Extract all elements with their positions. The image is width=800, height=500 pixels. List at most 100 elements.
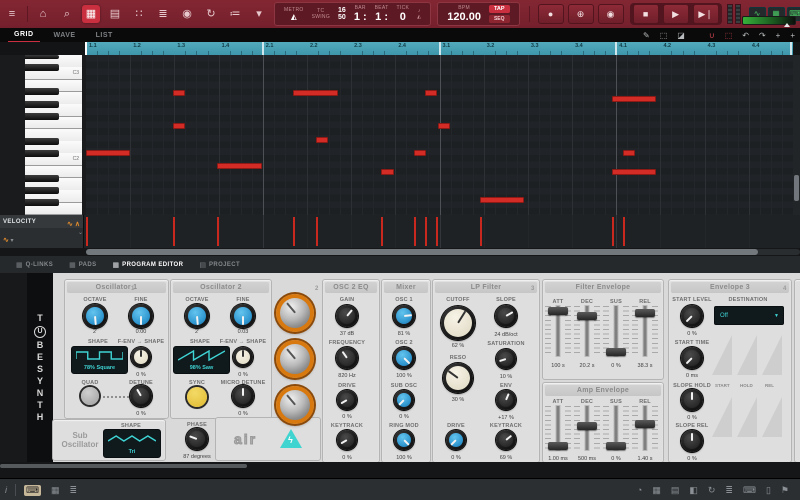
black-key[interactable] — [25, 199, 59, 206]
lane-filter-icon[interactable]: ▾ — [9, 238, 14, 244]
seq-tempo-button[interactable]: SEQ — [489, 15, 510, 23]
knob[interactable] — [185, 304, 209, 328]
marquee-tool-icon[interactable]: ⬚ — [660, 31, 668, 40]
punch-record-button[interactable]: ◉ — [598, 4, 624, 24]
audio-out-icon[interactable]: ◧ — [689, 485, 698, 496]
macro-knob[interactable] — [276, 294, 314, 332]
panel-tab-q-links[interactable]: ▦Q-LINKS — [16, 261, 53, 269]
knob[interactable] — [681, 305, 703, 327]
timeline-ruler[interactable]: 1.11.21.31.42.12.22.32.43.13.23.33.44.14… — [0, 42, 800, 55]
waveform-display[interactable]: 98% Saw — [173, 346, 230, 374]
track-list-icon[interactable]: ≔ — [226, 5, 244, 23]
slider-thumb-sus[interactable] — [606, 442, 626, 450]
magnet-snap-icon[interactable]: ∪ — [709, 31, 715, 40]
midi-note[interactable] — [414, 150, 426, 156]
play-start-button[interactable]: ▶❘ — [693, 4, 719, 24]
black-key[interactable] — [25, 88, 59, 95]
velocity-stem[interactable] — [425, 217, 427, 246]
black-key[interactable] — [25, 175, 59, 182]
pads-panel-icon[interactable]: ▦ — [51, 485, 60, 496]
midi-note[interactable] — [612, 96, 656, 102]
knob[interactable] — [130, 385, 152, 407]
velocity-stem[interactable] — [436, 217, 438, 246]
slider-thumb-sus[interactable] — [606, 348, 626, 356]
knob[interactable] — [393, 347, 415, 369]
knob[interactable] — [232, 385, 254, 407]
pencil-tool-icon[interactable]: ✎ — [643, 31, 650, 40]
black-key[interactable] — [25, 150, 59, 157]
macro-knob[interactable] — [276, 386, 314, 424]
velocity-stem[interactable] — [173, 217, 175, 246]
record-button[interactable]: ● — [538, 4, 564, 24]
velocity-stem[interactable] — [381, 217, 383, 246]
redo-icon[interactable]: ↷ — [759, 31, 766, 40]
black-key[interactable] — [25, 101, 59, 108]
volume-marker[interactable] — [784, 23, 790, 27]
midi-note[interactable] — [438, 123, 450, 129]
master-volume[interactable] — [742, 16, 796, 25]
knob[interactable] — [233, 347, 253, 367]
tab-wave[interactable]: WAVE — [48, 29, 82, 42]
knob[interactable] — [681, 347, 703, 369]
knob[interactable] — [131, 347, 151, 367]
knob[interactable] — [496, 430, 516, 450]
knob[interactable] — [443, 363, 473, 393]
menu-icon[interactable]: ≡ — [3, 5, 21, 23]
slider-thumb-dec[interactable] — [577, 312, 597, 320]
midi-note[interactable] — [612, 169, 656, 175]
flag-icon[interactable]: ⚑ — [781, 485, 789, 496]
piano-keyboard[interactable]: C3C2 — [25, 55, 82, 215]
knob[interactable] — [336, 347, 358, 369]
midi-note[interactable] — [217, 163, 262, 169]
eraser-tool-icon[interactable]: ◪ — [677, 31, 685, 40]
slider-thumb-rel[interactable] — [635, 420, 655, 428]
knob[interactable] — [83, 304, 107, 328]
step-seq-icon[interactable]: ∷ — [130, 5, 148, 23]
destination-dropdown[interactable]: Off▼ — [714, 306, 784, 325]
knob[interactable] — [337, 390, 357, 410]
zoom-in-horizontal-icon[interactable]: + — [776, 31, 781, 40]
lane-corner-icon[interactable]: ⌄ — [78, 229, 83, 247]
midi-note[interactable] — [173, 90, 185, 96]
knob[interactable] — [681, 389, 703, 411]
knob[interactable] — [393, 305, 415, 327]
main-grid-icon[interactable]: ▦ — [82, 5, 100, 23]
tab-list[interactable]: LIST — [90, 29, 119, 42]
black-key[interactable] — [25, 187, 59, 194]
slider-thumb-rel[interactable] — [635, 309, 655, 317]
knob[interactable] — [495, 305, 517, 327]
panel-tab-pads[interactable]: ▦PADS — [69, 261, 96, 269]
midi-note[interactable] — [293, 90, 338, 96]
looper-icon[interactable]: ↻ — [202, 5, 220, 23]
globe-icon[interactable]: ◔ — [637, 485, 642, 495]
playhead-marker[interactable] — [85, 42, 87, 55]
midi-note[interactable] — [425, 90, 437, 96]
quad-button[interactable] — [81, 387, 99, 405]
undo-icon[interactable]: ↶ — [742, 31, 749, 40]
overdub-button[interactable]: ⊕ — [568, 4, 594, 24]
knob[interactable] — [186, 428, 208, 450]
velocity-stem[interactable] — [217, 217, 219, 246]
sync-icon[interactable]: ↻ — [708, 485, 716, 496]
device-icon[interactable]: ▯ — [766, 485, 771, 496]
panel-tab-program-editor[interactable]: ▦PROGRAM EDITOR — [113, 261, 184, 269]
waveform-display[interactable]: Tri — [103, 429, 161, 458]
waveform-display[interactable]: 78% Square — [71, 346, 128, 374]
stop-button[interactable]: ■ — [633, 4, 659, 24]
horizontal-scrollbar-track[interactable] — [86, 249, 800, 255]
note-grid[interactable] — [86, 55, 793, 215]
grid-snap-icon[interactable]: ⬚ — [725, 31, 733, 40]
vertical-scrollbar-thumb[interactable] — [794, 175, 799, 201]
bpm-panel[interactable]: BPM120.00TAPSEQ — [437, 2, 519, 26]
slider-thumb-att[interactable] — [548, 442, 568, 450]
midi-note[interactable] — [316, 137, 328, 143]
info-icon[interactable]: i — [5, 485, 7, 495]
keys-icon[interactable]: ⌨ — [743, 485, 756, 496]
timing-panel[interactable]: METRO◭TCSWING1650BAR1 :BEAT1 :TICK0♪◭ — [274, 2, 431, 26]
zoom-in-vertical-icon[interactable]: + — [790, 31, 795, 40]
velocity-stem[interactable] — [612, 217, 614, 246]
midi-note[interactable] — [480, 197, 524, 203]
knob[interactable] — [231, 304, 255, 328]
panel-tab-project[interactable]: ▤PROJECT — [199, 261, 240, 269]
home-icon[interactable]: ⌂ — [34, 5, 52, 23]
